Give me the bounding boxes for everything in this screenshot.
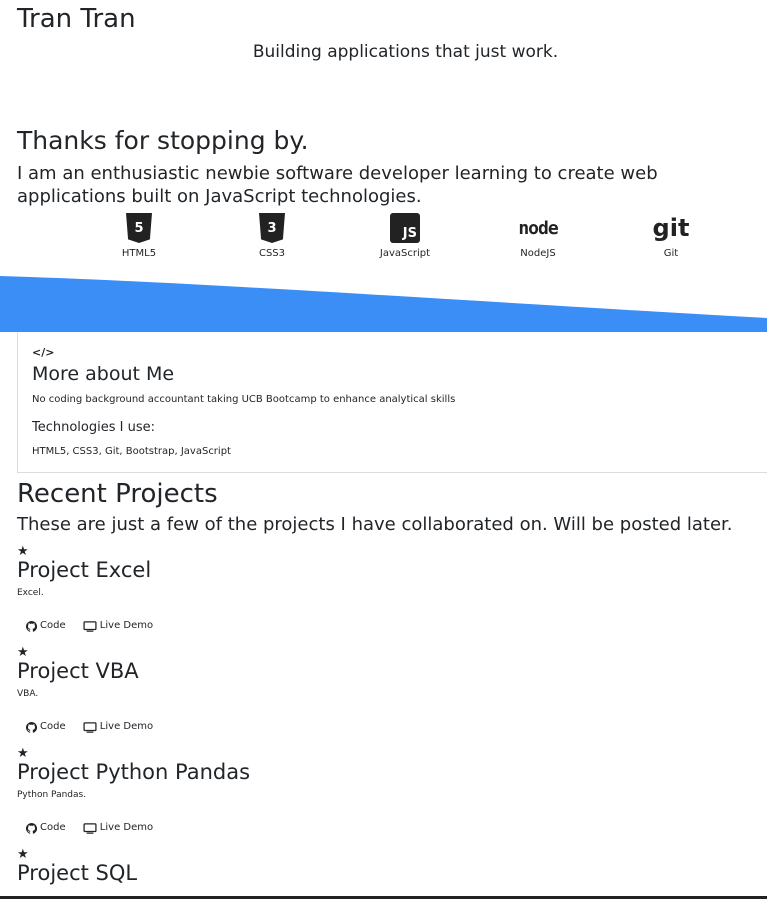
monitor-icon bbox=[83, 822, 97, 834]
tech-nodejs: node NodeJS bbox=[493, 212, 583, 261]
github-icon bbox=[26, 721, 37, 733]
project-title: Project SQL bbox=[17, 861, 138, 885]
project-card: ★ Project Excel Excel. Code Live Demo bbox=[17, 545, 757, 645]
wave-divider bbox=[0, 276, 767, 332]
site-name: Tran Tran bbox=[17, 4, 136, 34]
git-icon: git bbox=[652, 214, 690, 242]
tech-icons-row: 5 HTML5 3 CSS3 JS JavaScript node NodeJS… bbox=[0, 212, 767, 264]
monitor-icon bbox=[83, 620, 97, 632]
project-description: Python Pandas. bbox=[17, 790, 87, 800]
css3-icon: 3 bbox=[259, 213, 285, 243]
tech-git: git Git bbox=[626, 212, 716, 261]
project-card: ★ Project Python Pandas Python Pandas. C… bbox=[17, 747, 757, 847]
project-description: VBA. bbox=[17, 689, 39, 699]
project-description: Excel. bbox=[17, 588, 44, 598]
live-demo-label: Live Demo bbox=[99, 822, 154, 833]
recent-projects-description: These are just a few of the projects I h… bbox=[17, 514, 733, 535]
about-title: More about Me bbox=[32, 363, 175, 385]
html5-icon: 5 bbox=[126, 213, 152, 243]
project-links: Code Live Demo bbox=[26, 821, 167, 839]
live-demo-link[interactable]: Live Demo bbox=[83, 720, 153, 734]
code-link[interactable]: Code bbox=[26, 619, 66, 633]
code-link[interactable]: Code bbox=[26, 821, 66, 835]
code-link[interactable]: Code bbox=[26, 720, 66, 734]
hero-heading: Thanks for stopping by. bbox=[17, 126, 309, 155]
live-demo-label: Live Demo bbox=[99, 620, 154, 631]
javascript-icon: JS bbox=[390, 213, 420, 243]
project-title: Project VBA bbox=[17, 659, 139, 683]
project-title: Project Python Pandas bbox=[17, 760, 251, 784]
about-description: No coding background accountant taking U… bbox=[32, 394, 456, 405]
project-card: ★ Project SQL bbox=[17, 848, 757, 896]
tech-label: JavaScript bbox=[379, 248, 431, 259]
code-label: Code bbox=[40, 721, 66, 732]
tech-javascript: JS JavaScript bbox=[360, 212, 450, 261]
about-card: </> More about Me No coding background a… bbox=[17, 332, 767, 473]
monitor-icon bbox=[83, 721, 97, 733]
code-icon: </> bbox=[32, 346, 55, 359]
recent-projects-title: Recent Projects bbox=[17, 479, 218, 509]
github-icon bbox=[26, 620, 37, 632]
live-demo-link[interactable]: Live Demo bbox=[83, 619, 153, 633]
live-demo-label: Live Demo bbox=[99, 721, 154, 732]
tech-label: CSS3 bbox=[258, 248, 286, 259]
tech-label: HTML5 bbox=[121, 248, 157, 259]
live-demo-link[interactable]: Live Demo bbox=[83, 821, 153, 835]
nodejs-icon: node bbox=[518, 217, 558, 239]
project-links: Code Live Demo bbox=[26, 720, 167, 738]
project-title: Project Excel bbox=[17, 558, 152, 582]
tech-html5: 5 HTML5 bbox=[94, 212, 184, 261]
github-icon bbox=[26, 822, 37, 834]
tagline: Building applications that just work. bbox=[252, 42, 559, 62]
project-links: Code Live Demo bbox=[26, 619, 167, 637]
tech-css3: 3 CSS3 bbox=[227, 212, 317, 261]
tech-label: NodeJS bbox=[520, 248, 556, 259]
technologies-heading: Technologies I use: bbox=[32, 420, 155, 435]
code-label: Code bbox=[40, 822, 66, 833]
hero-intro: I am an enthusiastic newbie software dev… bbox=[17, 163, 658, 207]
code-label: Code bbox=[40, 620, 66, 631]
tech-label: Git bbox=[663, 248, 679, 259]
technologies-list: HTML5, CSS3, Git, Bootstrap, JavaScript bbox=[32, 446, 231, 457]
project-card: ★ Project VBA VBA. Code Live Demo bbox=[17, 646, 757, 746]
